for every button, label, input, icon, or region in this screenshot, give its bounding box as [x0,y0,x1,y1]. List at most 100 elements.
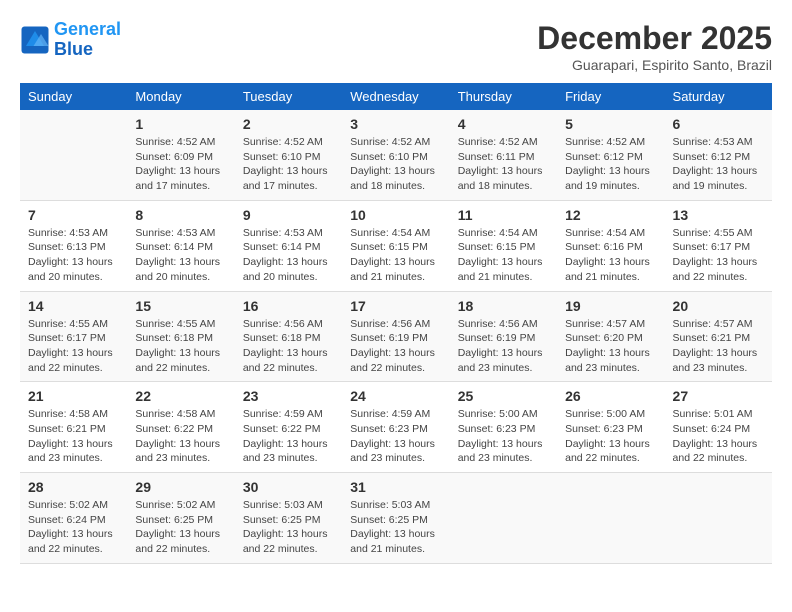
day-number: 6 [673,116,764,132]
day-number: 8 [135,207,226,223]
calendar-cell [665,473,772,564]
calendar-cell: 4 Sunrise: 4:52 AMSunset: 6:11 PMDaylight… [450,110,557,200]
col-wednesday: Wednesday [342,83,449,110]
day-info: Sunrise: 4:59 AMSunset: 6:22 PMDaylight:… [243,407,334,466]
calendar-cell: 30Sunrise: 5:03 AMSunset: 6:25 PMDayligh… [235,473,342,564]
day-number: 31 [350,479,441,495]
day-info: Sunrise: 4:52 AMSunset: 6:10 PMDaylight:… [243,135,334,194]
day-number: 7 [28,207,119,223]
day-number: 18 [458,298,549,314]
calendar-cell: 26Sunrise: 5:00 AMSunset: 6:23 PMDayligh… [557,382,664,473]
day-number: 11 [458,207,549,223]
day-number: 24 [350,388,441,404]
day-info: Sunrise: 4:53 AMSunset: 6:14 PMDaylight:… [135,226,226,285]
day-number: 3 [350,116,441,132]
day-info: Sunrise: 4:52 AMSunset: 6:09 PMDaylight:… [135,135,226,194]
day-number: 28 [28,479,119,495]
day-number: 22 [135,388,226,404]
day-info: Sunrise: 5:01 AMSunset: 6:24 PMDaylight:… [673,407,764,466]
day-number: 15 [135,298,226,314]
day-number: 1 [135,116,226,132]
calendar-cell: 9Sunrise: 4:53 AMSunset: 6:14 PMDaylight… [235,200,342,291]
location-subtitle: Guarapari, Espirito Santo, Brazil [537,57,772,73]
day-number: 16 [243,298,334,314]
day-number: 4 [458,116,549,132]
col-thursday: Thursday [450,83,557,110]
calendar-cell: 24 Sunrise: 4:59 AMSunset: 6:23 PMDayligh… [342,382,449,473]
day-info: Sunrise: 4:54 AMSunset: 6:15 PMDaylight:… [458,226,549,285]
day-info: Sunrise: 4:54 AMSunset: 6:15 PMDaylight:… [350,226,441,285]
day-number: 9 [243,207,334,223]
day-info: Sunrise: 5:02 AMSunset: 6:25 PMDaylight:… [135,498,226,557]
day-info: Sunrise: 4:52 AMSunset: 6:12 PMDaylight:… [565,135,656,194]
day-number: 13 [673,207,764,223]
calendar-cell [450,473,557,564]
page-header: GeneralBlue December 2025 Guarapari, Esp… [20,20,772,73]
col-monday: Monday [127,83,234,110]
logo: GeneralBlue [20,20,121,60]
col-saturday: Saturday [665,83,772,110]
calendar-cell: 31 Sunrise: 5:03 AMSunset: 6:25 PMDayligh… [342,473,449,564]
calendar-table: Sunday Monday Tuesday Wednesday Thursday… [20,83,772,564]
day-info: Sunrise: 5:02 AMSunset: 6:24 PMDaylight:… [28,498,119,557]
calendar-cell: 29 Sunrise: 5:02 AMSunset: 6:25 PMDayligh… [127,473,234,564]
day-number: 2 [243,116,334,132]
calendar-cell: 25Sunrise: 5:00 AMSunset: 6:23 PMDayligh… [450,382,557,473]
day-number: 23 [243,388,334,404]
month-title: December 2025 [537,20,772,57]
day-number: 17 [350,298,441,314]
calendar-cell: 12 Sunrise: 4:54 AMSunset: 6:16 PMDayligh… [557,200,664,291]
calendar-header: Sunday Monday Tuesday Wednesday Thursday… [20,83,772,110]
day-info: Sunrise: 4:58 AMSunset: 6:21 PMDaylight:… [28,407,119,466]
day-info: Sunrise: 5:03 AMSunset: 6:25 PMDaylight:… [243,498,334,557]
day-info: Sunrise: 4:58 AMSunset: 6:22 PMDaylight:… [135,407,226,466]
day-number: 12 [565,207,656,223]
day-info: Sunrise: 5:00 AMSunset: 6:23 PMDaylight:… [565,407,656,466]
calendar-cell: 7 Sunrise: 4:53 AMSunset: 6:13 PMDaylight… [20,200,127,291]
day-number: 5 [565,116,656,132]
calendar-cell: 11 Sunrise: 4:54 AMSunset: 6:15 PMDayligh… [450,200,557,291]
day-info: Sunrise: 4:52 AMSunset: 6:10 PMDaylight:… [350,135,441,194]
calendar-cell: 18 Sunrise: 4:56 AMSunset: 6:19 PMDayligh… [450,291,557,382]
day-info: Sunrise: 4:55 AMSunset: 6:18 PMDaylight:… [135,317,226,376]
title-area: December 2025 Guarapari, Espirito Santo,… [537,20,772,73]
day-info: Sunrise: 4:56 AMSunset: 6:19 PMDaylight:… [458,317,549,376]
calendar-cell: 1 Sunrise: 4:52 AMSunset: 6:09 PMDaylight… [127,110,234,200]
calendar-cell: 16 Sunrise: 4:56 AMSunset: 6:18 PMDayligh… [235,291,342,382]
calendar-cell: 6Sunrise: 4:53 AMSunset: 6:12 PMDaylight… [665,110,772,200]
day-info: Sunrise: 4:55 AMSunset: 6:17 PMDaylight:… [673,226,764,285]
day-number: 27 [673,388,764,404]
day-number: 21 [28,388,119,404]
calendar-cell: 23 Sunrise: 4:59 AMSunset: 6:22 PMDayligh… [235,382,342,473]
day-number: 10 [350,207,441,223]
day-info: Sunrise: 5:03 AMSunset: 6:25 PMDaylight:… [350,498,441,557]
day-number: 19 [565,298,656,314]
day-number: 20 [673,298,764,314]
calendar-cell: 17Sunrise: 4:56 AMSunset: 6:19 PMDayligh… [342,291,449,382]
calendar-cell: 28 Sunrise: 5:02 AMSunset: 6:24 PMDayligh… [20,473,127,564]
day-number: 25 [458,388,549,404]
calendar-cell: 2 Sunrise: 4:52 AMSunset: 6:10 PMDaylight… [235,110,342,200]
calendar-body: 1 Sunrise: 4:52 AMSunset: 6:09 PMDaylight… [20,110,772,563]
calendar-cell: 19Sunrise: 4:57 AMSunset: 6:20 PMDayligh… [557,291,664,382]
col-friday: Friday [557,83,664,110]
calendar-week-row: 28 Sunrise: 5:02 AMSunset: 6:24 PMDayligh… [20,473,772,564]
day-info: Sunrise: 4:56 AMSunset: 6:18 PMDaylight:… [243,317,334,376]
calendar-cell [20,110,127,200]
weekday-row: Sunday Monday Tuesday Wednesday Thursday… [20,83,772,110]
logo-text: GeneralBlue [54,20,121,60]
day-info: Sunrise: 4:57 AMSunset: 6:21 PMDaylight:… [673,317,764,376]
calendar-week-row: 21 Sunrise: 4:58 AMSunset: 6:21 PMDayligh… [20,382,772,473]
day-number: 29 [135,479,226,495]
calendar-cell: 8 Sunrise: 4:53 AMSunset: 6:14 PMDaylight… [127,200,234,291]
day-info: Sunrise: 4:53 AMSunset: 6:13 PMDaylight:… [28,226,119,285]
calendar-week-row: 14Sunrise: 4:55 AMSunset: 6:17 PMDayligh… [20,291,772,382]
day-info: Sunrise: 4:52 AMSunset: 6:11 PMDaylight:… [458,135,549,194]
col-tuesday: Tuesday [235,83,342,110]
calendar-cell: 15 Sunrise: 4:55 AMSunset: 6:18 PMDayligh… [127,291,234,382]
day-info: Sunrise: 4:54 AMSunset: 6:16 PMDaylight:… [565,226,656,285]
calendar-week-row: 1 Sunrise: 4:52 AMSunset: 6:09 PMDaylight… [20,110,772,200]
calendar-week-row: 7 Sunrise: 4:53 AMSunset: 6:13 PMDaylight… [20,200,772,291]
day-info: Sunrise: 4:59 AMSunset: 6:23 PMDaylight:… [350,407,441,466]
calendar-cell: 20 Sunrise: 4:57 AMSunset: 6:21 PMDayligh… [665,291,772,382]
